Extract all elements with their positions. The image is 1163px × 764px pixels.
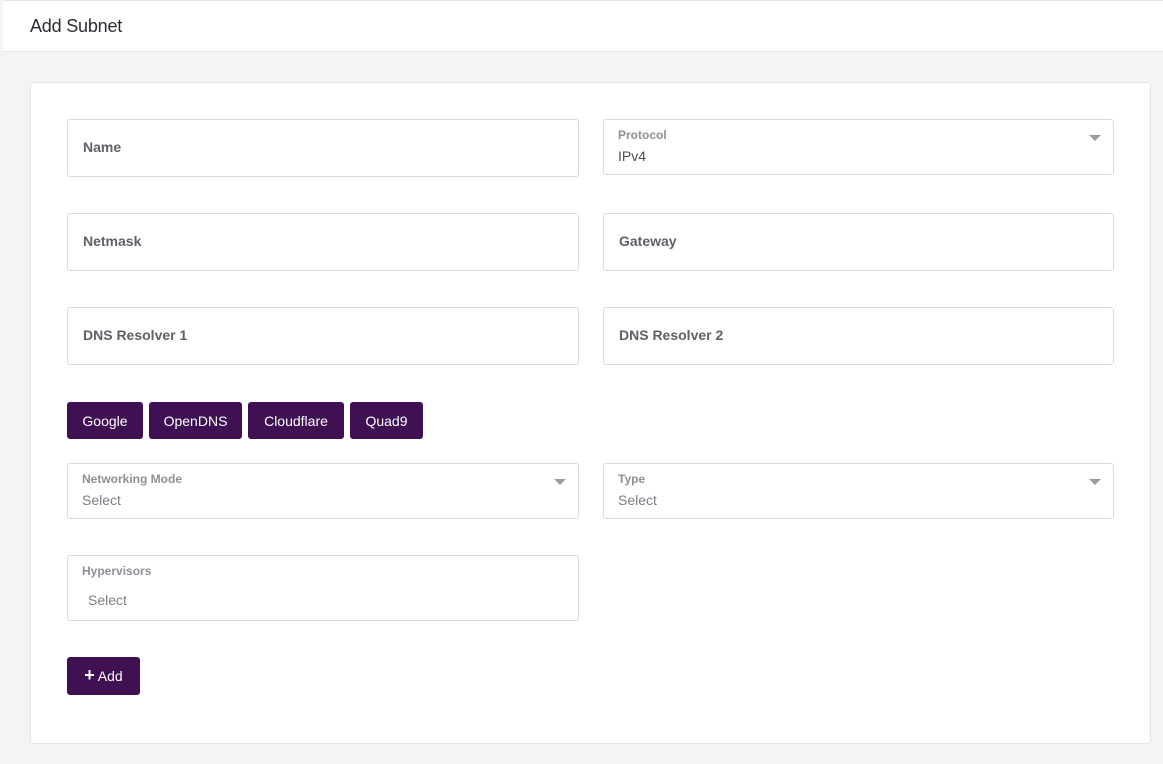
protocol-label: Protocol (618, 128, 667, 142)
hypervisors-placeholder: Select (88, 592, 127, 608)
dns-resolver-2-field[interactable]: DNS Resolver 2 (603, 307, 1114, 365)
page-title: Add Subnet (30, 16, 123, 36)
plus-icon: + (84, 665, 95, 685)
form-card: Name Protocol IPv4 Netmask Gateway DNS R… (30, 82, 1151, 744)
protocol-value: IPv4 (618, 148, 647, 164)
google-dns-button[interactable]: Google (67, 402, 143, 439)
type-label: Type (618, 472, 646, 486)
page-header: Add Subnet (3, 0, 1163, 52)
gateway-field[interactable]: Gateway (603, 213, 1114, 271)
networking-mode-select[interactable]: Networking Mode Select (67, 463, 579, 519)
dns-resolver-1-field[interactable]: DNS Resolver 1 (67, 307, 579, 365)
add-button-label: Add (97, 668, 123, 684)
gateway-label: Gateway (619, 233, 677, 249)
netmask-field[interactable]: Netmask (67, 213, 579, 271)
netmask-label: Netmask (83, 233, 142, 249)
type-select[interactable]: Type Select (603, 463, 1114, 519)
networking-mode-label: Networking Mode (82, 472, 183, 486)
name-field[interactable]: Name (67, 119, 579, 177)
protocol-select[interactable]: Protocol IPv4 (603, 119, 1114, 175)
quad9-dns-button[interactable]: Quad9 (350, 402, 423, 439)
chevron-down-icon[interactable] (1089, 479, 1101, 485)
dns-resolver-1-label: DNS Resolver 1 (83, 327, 188, 343)
cloudflare-dns-button[interactable]: Cloudflare (248, 402, 344, 439)
opendns-button[interactable]: OpenDNS (149, 402, 242, 439)
chevron-down-icon[interactable] (1089, 135, 1101, 141)
add-button[interactable]: + Add (67, 657, 140, 695)
name-label: Name (83, 139, 122, 155)
networking-mode-placeholder: Select (82, 492, 121, 508)
type-placeholder: Select (618, 492, 657, 508)
chevron-down-icon[interactable] (554, 479, 566, 485)
dns-resolver-2-label: DNS Resolver 2 (619, 327, 724, 343)
hypervisors-select[interactable]: Hypervisors Select (67, 555, 579, 621)
hypervisors-label: Hypervisors (82, 564, 152, 578)
